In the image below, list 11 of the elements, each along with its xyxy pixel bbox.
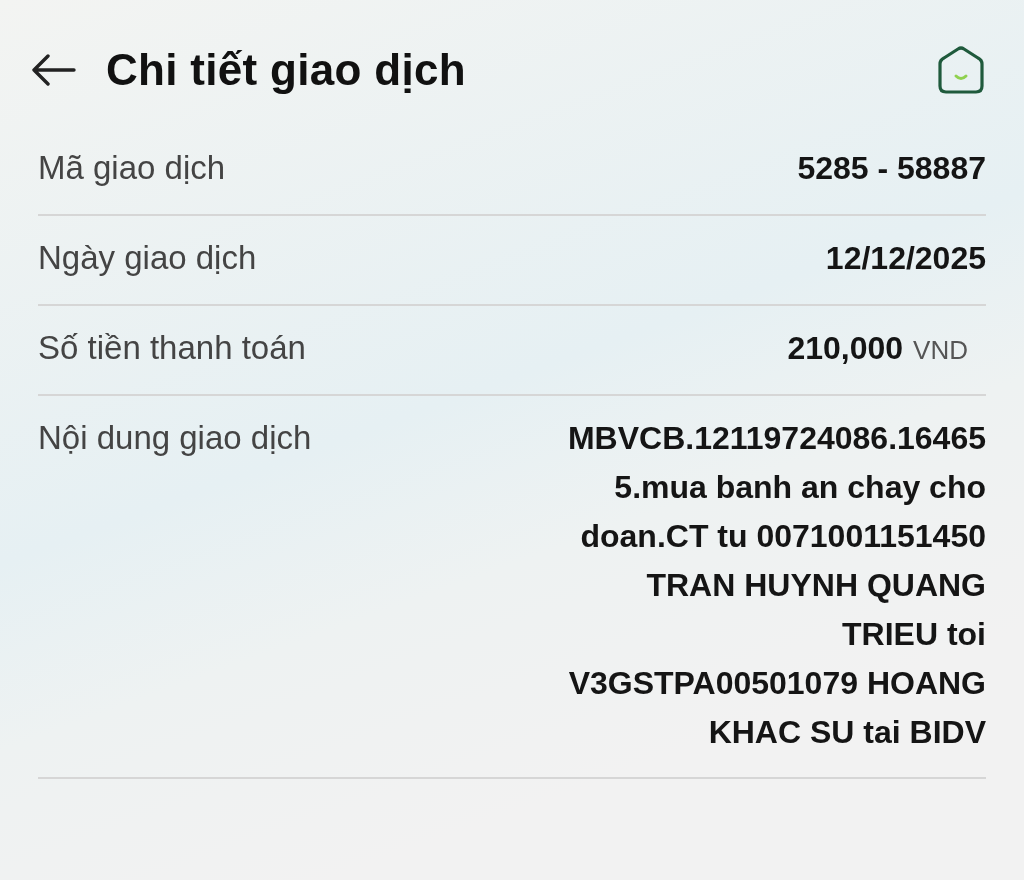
field-label: Ngày giao dịch [38,238,257,278]
field-label: Số tiền thanh toán [38,328,306,368]
page-title: Chi tiết giao dịch [106,45,467,95]
transaction-description: MBVCB.12119724086.164655.mua banh an chay cho doan.CT tu 0071001151450 TRAN HUYNH QUANG TRIEU toi V3GSTPA00501079 HOANG KHAC SU tai BIDV [566,419,986,752]
field-label: Nội dung giao dịch [38,418,312,458]
field-value: 12/12/2025 [825,239,986,278]
back-arrow-icon[interactable] [30,54,76,86]
field-value: 5285 - 58887 [797,149,986,188]
field-label: Mã giao dịch [38,148,226,188]
currency-label: VND [913,335,968,366]
amount-value: 210,000 [787,329,904,368]
